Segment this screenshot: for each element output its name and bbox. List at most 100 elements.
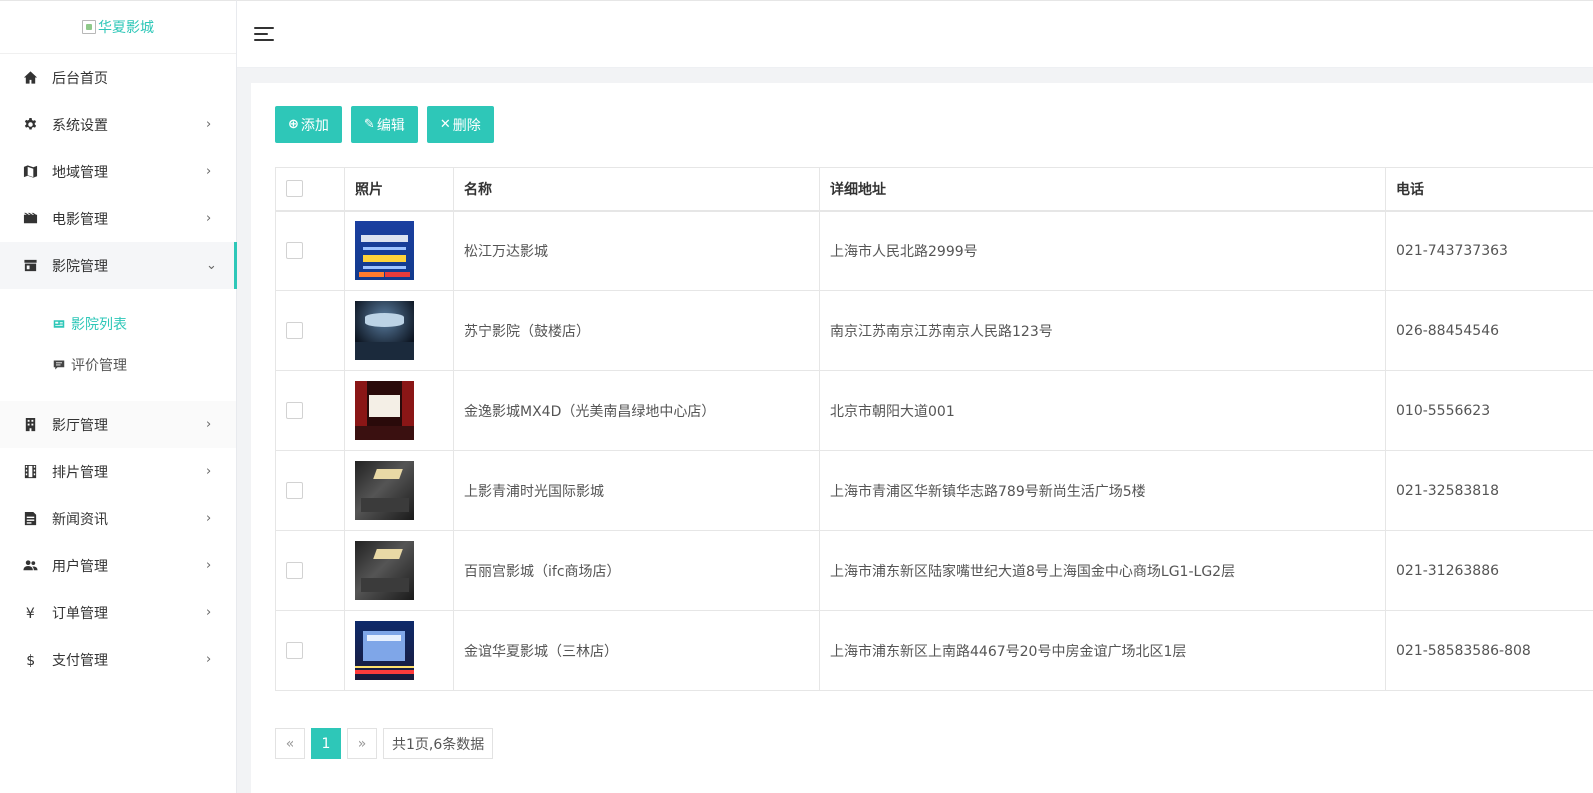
photo-cell xyxy=(344,450,454,531)
cinema-photo xyxy=(355,541,414,600)
row-checkbox[interactable] xyxy=(286,642,303,659)
chevron-right-icon: › xyxy=(206,117,212,132)
phone-cell: 021-31263886 xyxy=(1385,530,1593,611)
row-checkbox[interactable] xyxy=(286,322,303,339)
cinema-table: 照片 名称 详细地址 电话 松江万达影城 上海市人民北路2999号 021-7437… xyxy=(275,167,1593,691)
sidebar-item-7[interactable]: 新闻资讯 › xyxy=(0,495,236,542)
column-header-photo: 照片 xyxy=(344,167,454,212)
name-cell: 上影青浦时光国际影城 xyxy=(453,450,820,531)
submenu-item-1[interactable]: 评价管理 xyxy=(0,344,236,385)
submenu-cinema: 影院列表 评价管理 xyxy=(0,289,236,401)
add-button[interactable]: ⊕ 添加 xyxy=(275,106,342,143)
address-cell: 上海市浦东新区陆家嘴世纪大道8号上海国金中心商场LG1-LG2层 xyxy=(819,530,1386,611)
row-checkbox[interactable] xyxy=(286,402,303,419)
table-row[interactable]: 金逸影城MX4D（光美南昌绿地中心店） 北京市朝阳大道001 010-5556623 xyxy=(275,370,1593,451)
sidebar-item-label: 后台首页 xyxy=(52,70,108,87)
delete-button[interactable]: ✕ 删除 xyxy=(426,106,494,143)
top-header xyxy=(237,0,1593,68)
sidebar-item-label: 支付管理 xyxy=(52,652,108,669)
sidebar-item-9[interactable]: ¥ 订单管理 › xyxy=(0,589,236,636)
sidebar-item-label: 排片管理 xyxy=(52,464,108,481)
name-cell: 金逸影城MX4D（光美南昌绿地中心店） xyxy=(453,370,820,451)
delete-button-label: 删除 xyxy=(452,117,481,134)
broken-image-icon xyxy=(82,20,96,34)
photo-cell xyxy=(344,370,454,451)
sidebar-item-10[interactable]: $ 支付管理 › xyxy=(0,636,236,683)
row-checkbox[interactable] xyxy=(286,242,303,260)
sidebar-item-4[interactable]: 影院管理 ⌄ xyxy=(0,242,237,289)
phone-cell: 021-743737363 xyxy=(1385,210,1593,291)
row-select-cell xyxy=(275,610,345,691)
sidebar-item-8[interactable]: 用户管理 › xyxy=(0,542,236,589)
cinema-photo xyxy=(355,221,414,281)
address-cell: 南京江苏南京江苏南京人民路123号 xyxy=(819,290,1386,371)
logo-link[interactable]: 华夏影城 xyxy=(82,17,154,37)
submenu-item-0[interactable]: 影院列表 xyxy=(0,303,236,344)
phone-cell: 021-58583586-808 xyxy=(1385,610,1593,691)
chevron-right-icon: › xyxy=(206,417,212,432)
submenu-item-label: 影院列表 xyxy=(71,316,127,333)
logo-alt-text: 华夏影城 xyxy=(98,20,154,36)
sidebar: 华夏影城 后台首页 系统设置 › 地域管理 › 电影管理 › 影院管理 ⌄ 影院列表 评价管理 影厅管… xyxy=(0,0,237,793)
row-checkbox[interactable] xyxy=(286,482,303,499)
photo-cell xyxy=(344,530,454,611)
page-1-button[interactable]: 1 xyxy=(311,728,341,759)
name-cell: 苏宁影院（鼓楼店） xyxy=(453,290,820,371)
column-header-address: 详细地址 xyxy=(819,167,1386,212)
sidebar-item-5[interactable]: 影厅管理 › xyxy=(0,401,236,448)
sidebar-item-3[interactable]: 电影管理 › xyxy=(0,195,236,242)
logo[interactable]: 华夏影城 xyxy=(0,1,236,54)
chevron-right-icon: › xyxy=(206,211,212,226)
row-select-cell xyxy=(275,210,345,291)
sidebar-menu: 后台首页 系统设置 › 地域管理 › 电影管理 › 影院管理 ⌄ 影院列表 评价管理 影厅管理 › 排片管… xyxy=(0,54,237,683)
photo-cell xyxy=(344,210,454,291)
table-row[interactable]: 百丽宫影城（ifc商场店） 上海市浦东新区陆家嘴世纪大道8号上海国金中心商场LG1… xyxy=(275,530,1593,611)
row-select-cell xyxy=(275,290,345,371)
phone-cell: 026-88454546 xyxy=(1385,290,1593,371)
prev-page-button[interactable]: « xyxy=(275,728,305,759)
select-all-checkbox[interactable] xyxy=(286,180,303,198)
sidebar-item-label: 新闻资讯 xyxy=(52,511,108,528)
dollar-icon: $ xyxy=(22,652,38,668)
table-row[interactable]: 上影青浦时光国际影城 上海市青浦区华新镇华志路789号新尚生活广场5楼 021-32… xyxy=(275,450,1593,531)
add-button-label: 添加 xyxy=(300,117,329,134)
row-select-cell xyxy=(275,530,345,611)
yen-icon: ¥ xyxy=(22,605,38,621)
sidebar-item-label: 用户管理 xyxy=(52,558,108,575)
chevron-right-icon: › xyxy=(206,464,212,479)
sidebar-item-0[interactable]: 后台首页 xyxy=(0,54,236,101)
chevron-right-icon: › xyxy=(206,164,212,179)
sidebar-item-label: 系统设置 xyxy=(52,117,108,134)
select-all-cell xyxy=(275,167,345,212)
cinema-photo xyxy=(355,301,414,360)
address-cell: 北京市朝阳大道001 xyxy=(819,370,1386,451)
chevron-down-icon: ⌄ xyxy=(206,258,217,273)
sidebar-item-label: 影厅管理 xyxy=(52,417,108,434)
table-row[interactable]: 苏宁影院（鼓楼店） 南京江苏南京江苏南京人民路123号 026-88454546 xyxy=(275,290,1593,371)
next-page-button[interactable]: » xyxy=(347,728,377,759)
home-icon xyxy=(22,70,38,86)
pencil-icon: ✎ xyxy=(363,117,375,132)
sidebar-item-label: 影院管理 xyxy=(52,258,108,275)
chevron-right-icon: › xyxy=(206,605,212,620)
row-select-cell xyxy=(275,450,345,531)
cinema-photo xyxy=(355,381,414,440)
table-row[interactable]: 松江万达影城 上海市人民北路2999号 021-743737363 xyxy=(275,210,1593,291)
table-header-row: 照片 名称 详细地址 电话 xyxy=(275,167,1593,212)
address-cell: 上海市青浦区华新镇华志路789号新尚生活广场5楼 xyxy=(819,450,1386,531)
menu-toggle-icon[interactable] xyxy=(254,26,274,42)
toolbar: ⊕ 添加 ✎ 编辑 ✕ 删除 xyxy=(275,106,494,143)
row-checkbox[interactable] xyxy=(286,562,303,579)
table-row[interactable]: 金谊华夏影城（三林店） 上海市浦东新区上南路4467号20号中房金谊广场北区1层 0… xyxy=(275,610,1593,691)
pagination-info: 共1页,6条数据 xyxy=(383,728,494,759)
sidebar-item-label: 订单管理 xyxy=(52,605,108,622)
sidebar-item-2[interactable]: 地域管理 › xyxy=(0,148,236,195)
comment-icon xyxy=(52,358,66,372)
sidebar-item-1[interactable]: 系统设置 › xyxy=(0,101,236,148)
store-icon xyxy=(22,258,38,274)
cinema-photo xyxy=(355,461,414,520)
name-cell: 百丽宫影城（ifc商场店） xyxy=(453,530,820,611)
sidebar-item-6[interactable]: 排片管理 › xyxy=(0,448,236,495)
submenu-item-label: 评价管理 xyxy=(71,357,127,374)
edit-button[interactable]: ✎ 编辑 xyxy=(350,106,418,143)
